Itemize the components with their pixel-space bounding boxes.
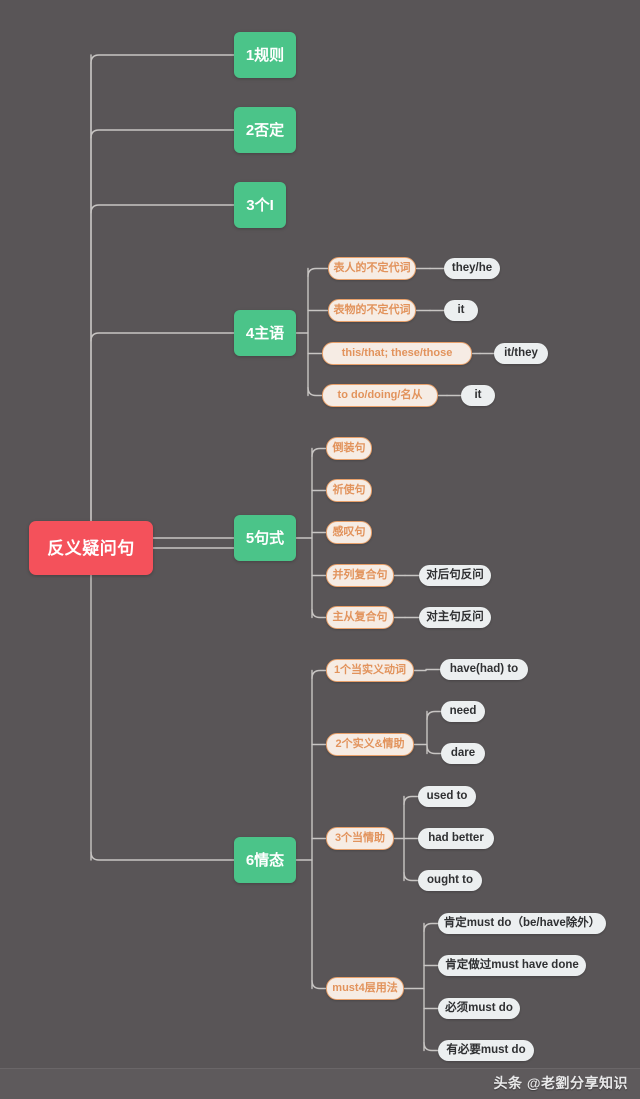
branch-node-modal[interactable]: 6情态 [234, 837, 296, 883]
leaf-node-modal-1-0-label: need [449, 704, 477, 717]
sub-node-modal-1-label: 2个实义&情助 [335, 738, 405, 750]
leaf-node-modal-1-1-label: dare [450, 746, 476, 759]
sub-node-sentence-type-3-label: 并列复合句 [332, 569, 388, 581]
leaf-node-modal-1-0[interactable]: need [441, 701, 485, 722]
sub-node-subject-2[interactable]: this/that; these/those [322, 342, 472, 365]
sub-node-sentence-type-4-label: 主从复合句 [332, 611, 388, 623]
sub-node-sentence-type-1[interactable]: 祈使句 [326, 479, 372, 502]
branch-node-subject-label: 4主语 [245, 324, 285, 342]
branch-node-rules[interactable]: 1规则 [234, 32, 296, 78]
leaf-node-sentence-type-3-0-label: 对后句反问 [426, 568, 484, 581]
leaf-node-modal-3-2-label: 必须must do [445, 1001, 513, 1014]
branch-node-rules-label: 1规则 [245, 46, 285, 64]
edge-modal-2-leaf-0 [403, 795, 419, 806]
sub-node-sentence-type-0-label: 倒装句 [332, 442, 366, 454]
sub-node-subject-1[interactable]: 表物的不定代词 [328, 299, 416, 322]
branch-node-sentence-type[interactable]: 5句式 [234, 515, 296, 561]
edge-trunk-to-negation [90, 129, 235, 139]
sub-node-subject-3-label: to do/doing/名从 [337, 389, 423, 401]
edge-sentence-type-child-0 [311, 447, 327, 458]
edge-modal-child-3 [311, 979, 327, 990]
sub-node-subject-1-label: 表物的不定代词 [333, 304, 411, 316]
branch-node-subject[interactable]: 4主语 [234, 310, 296, 356]
branch-node-sentence-type-label: 5句式 [245, 529, 285, 547]
leaf-node-modal-0-0[interactable]: have(had) to [440, 659, 528, 680]
sub-node-modal-2-label: 3个当情助 [334, 832, 386, 844]
sub-node-sentence-type-3[interactable]: 并列复合句 [326, 564, 394, 587]
sub-node-sentence-type-2-label: 感叹句 [332, 526, 366, 538]
branch-node-three-i[interactable]: 3个I [234, 182, 286, 228]
sub-node-modal-3-label: must4层用法 [332, 982, 398, 994]
watermark-text: 头条 @老劉分享知识 [493, 1075, 628, 1091]
edge-modal-1-leaf-1 [426, 744, 442, 755]
sub-node-subject-3[interactable]: to do/doing/名从 [322, 384, 438, 407]
leaf-node-modal-3-1[interactable]: 肯定做过must have done [438, 955, 586, 976]
leaf-node-subject-2-0-label: it/they [504, 346, 538, 359]
leaf-node-modal-2-0-label: used to [426, 789, 468, 802]
leaf-node-modal-0-0-label: have(had) to [449, 662, 519, 675]
leaf-node-modal-2-0[interactable]: used to [418, 786, 476, 807]
leaf-node-subject-3-0-label: it [474, 388, 482, 401]
leaf-node-subject-1-0-label: it [457, 303, 465, 316]
leaf-node-modal-3-3[interactable]: 有必要must do [438, 1040, 534, 1061]
sub-node-modal-1[interactable]: 2个实义&情助 [326, 733, 414, 756]
edge-modal-3-leaf-0 [423, 922, 439, 933]
edge-modal-3-leaf-3 [423, 1041, 439, 1052]
leaf-node-modal-3-3-label: 有必要must do [446, 1043, 526, 1056]
edge-trunk-to-subject [90, 332, 235, 342]
sub-node-subject-0-label: 表人的不定代词 [333, 262, 411, 274]
edge-modal-1-leaf-0 [426, 710, 442, 721]
edge-modal-2-leaf-2 [403, 871, 419, 882]
sub-node-modal-0-label: 1个当实义动词 [333, 664, 407, 676]
edge-modal-child-0 [311, 669, 327, 680]
edge-sentence-type-child-4 [311, 608, 327, 619]
leaf-node-modal-2-2[interactable]: ought to [418, 870, 482, 891]
leaf-node-subject-3-0[interactable]: it [461, 385, 495, 406]
leaf-node-modal-3-0-label: 肯定must do（be/have除外） [443, 916, 601, 929]
leaf-node-subject-0-0[interactable]: they/he [444, 258, 500, 279]
edge-trunk-to-modal [90, 851, 235, 861]
branch-node-negation[interactable]: 2否定 [234, 107, 296, 153]
edge-subject-child-0 [307, 267, 329, 278]
edge-trunk-to-three-i [90, 204, 235, 214]
leaf-node-modal-3-2[interactable]: 必须must do [438, 998, 520, 1019]
leaf-node-sentence-type-4-0[interactable]: 对主句反问 [419, 607, 491, 628]
leaf-node-modal-3-0[interactable]: 肯定must do（be/have除外） [438, 913, 606, 934]
sub-node-sentence-type-1-label: 祈使句 [332, 484, 366, 496]
leaf-node-modal-2-1-label: had better [428, 831, 484, 844]
sub-node-modal-0[interactable]: 1个当实义动词 [326, 659, 414, 682]
mindmap-canvas: 反义疑问句 1规则 2否定 3个I 4主语 表人的不定代词 they/he 表物的不定代词 it… [0, 0, 640, 1099]
sub-node-modal-2[interactable]: 3个当情助 [326, 827, 394, 850]
edge-trunk-to-rules [90, 54, 235, 64]
leaf-node-modal-1-1[interactable]: dare [441, 743, 485, 764]
sub-node-sentence-type-2[interactable]: 感叹句 [326, 521, 372, 544]
leaf-node-modal-2-2-label: ought to [427, 873, 473, 886]
branch-node-negation-label: 2否定 [245, 121, 285, 139]
leaf-node-sentence-type-3-0[interactable]: 对后句反问 [419, 565, 491, 586]
branch-node-three-i-label: 3个I [246, 196, 274, 214]
sub-node-sentence-type-4[interactable]: 主从复合句 [326, 606, 394, 629]
leaf-node-sentence-type-4-0-label: 对主句反问 [426, 610, 484, 623]
sub-node-sentence-type-0[interactable]: 倒装句 [326, 437, 372, 460]
sub-node-subject-0[interactable]: 表人的不定代词 [328, 257, 416, 280]
leaf-node-subject-2-0[interactable]: it/they [494, 343, 548, 364]
edge-subject-child-3 [307, 386, 323, 397]
leaf-node-subject-1-0[interactable]: it [444, 300, 478, 321]
leaf-node-modal-2-1[interactable]: had better [418, 828, 494, 849]
branch-node-modal-label: 6情态 [245, 851, 285, 869]
root-node-label: 反义疑问句 [47, 538, 135, 558]
root-node[interactable]: 反义疑问句 [29, 521, 153, 575]
leaf-node-subject-0-0-label: they/he [451, 261, 493, 274]
sub-node-modal-3[interactable]: must4层用法 [326, 977, 404, 1000]
leaf-node-modal-3-1-label: 肯定做过must have done [445, 958, 579, 971]
sub-node-subject-2-label: this/that; these/those [341, 347, 453, 359]
